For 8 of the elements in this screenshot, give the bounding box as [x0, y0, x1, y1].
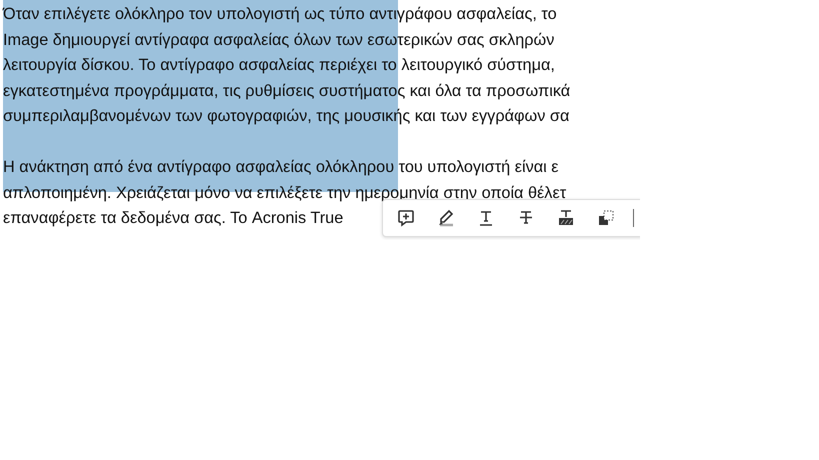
text-line: λειτουργία δίσκου. Το αντίγραφο ασφαλείας περιέχει το λειτουργικό σύστημα,	[3, 56, 555, 74]
text-line: συμπεριλαμβανομένων των φωτογραφιών, της μουσικής και των εγγράφων σα	[3, 107, 570, 125]
text-line: εγκατεστημένα προγράμματα, τις ρυθμίσεις συστήματος και όλα τα προσωπικά	[3, 82, 570, 100]
text-line: επαναφέρετε τα δεδομένα σας. Το Acronis True	[3, 209, 344, 227]
text-line: Όταν επιλέγετε ολόκληρο τον υπολογιστή ως τύπο αντιγράφου ασφαλείας, το	[3, 5, 557, 23]
text-line: Η ανάκτηση από ένα αντίγραφο ασφαλείας ολόκληρου του υπολογιστή είναι ε	[3, 158, 559, 176]
text-line: απλοποιημένη. Χρειάζεται μόνο να επιλέξετε την ημερομηνία στην οποία θέλετ	[3, 184, 566, 202]
text-line: Image δημιουργεί αντίγραφα ασφαλείας όλων των εσωτερικών σας σκληρών	[3, 30, 554, 48]
